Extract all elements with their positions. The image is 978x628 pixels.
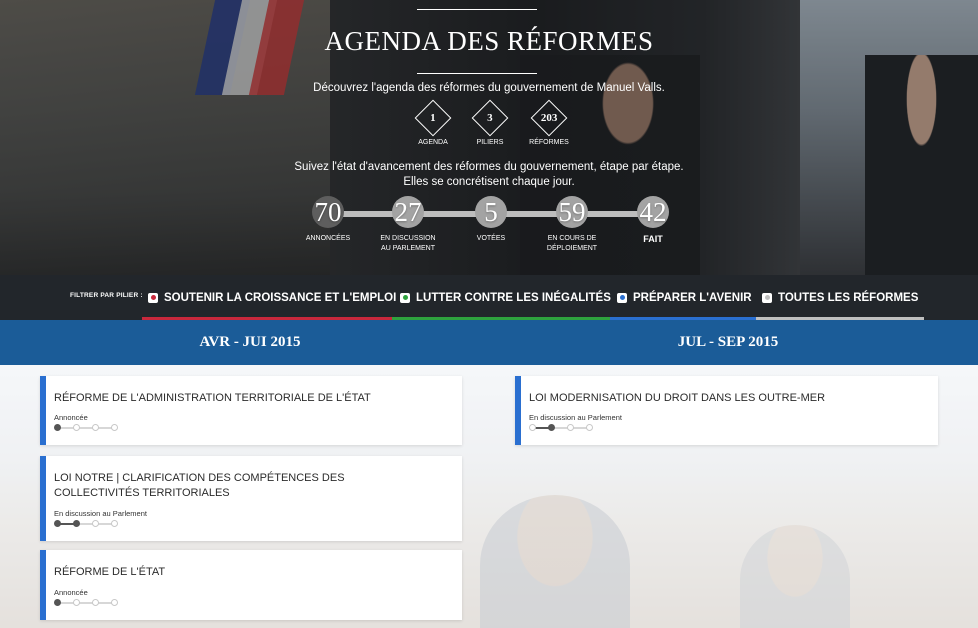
- stat-label: RÉFORMES: [529, 139, 569, 146]
- stat-agenda: 1 AGENDA: [408, 99, 458, 146]
- stage-count: 59: [556, 196, 588, 228]
- filter-label: FILTRER PAR PILIER :: [70, 292, 143, 299]
- filter-inegalites[interactable]: LUTTER CONTRE LES INÉGALITÉS: [392, 275, 619, 320]
- stage-en-discussion[interactable]: 27 EN DISCUSSION AU PARLEMENT: [368, 196, 448, 254]
- hero-banner: AGENDA DES RÉFORMES Découvrez l'agenda d…: [0, 0, 978, 275]
- page-title: AGENDA DES RÉFORMES: [324, 26, 654, 56]
- reform-timeline: RÉFORME DE L'ADMINISTRATION TERRITORIALE…: [0, 365, 978, 628]
- stage-count: 42: [637, 196, 669, 228]
- reform-card[interactable]: RÉFORME DE L'ÉTAT Annoncée: [40, 550, 462, 620]
- reform-progress: [54, 520, 120, 528]
- intro-text: Découvrez l'agenda des réformes du gouve…: [313, 82, 665, 94]
- reform-title: RÉFORME DE L'ADMINISTRATION TERRITORIALE…: [54, 392, 371, 404]
- bullet-icon: [148, 292, 158, 303]
- period-label-1: AVR - JUI 2015: [199, 334, 301, 350]
- stat-reformes: 203 RÉFORMES: [524, 99, 574, 146]
- bullet-icon: [617, 292, 627, 303]
- filter-avenir[interactable]: PRÉPARER L'AVENIR: [610, 275, 760, 320]
- stat-piliers: 3 PILIERS: [465, 99, 515, 146]
- filter-bar: FILTRER PAR PILIER : SOUTENIR LA CROISSA…: [0, 275, 978, 320]
- bullet-icon: [762, 292, 772, 303]
- title-rule-top: [417, 9, 537, 10]
- reform-status: Annoncée: [54, 588, 88, 597]
- filter-label-croissance: SOUTENIR LA CROISSANCE ET L'EMPLOI: [164, 291, 397, 304]
- stat-label: AGENDA: [418, 139, 448, 146]
- reform-card[interactable]: RÉFORME DE L'ADMINISTRATION TERRITORIALE…: [40, 376, 462, 445]
- reform-card[interactable]: LOI MODERNISATION DU DROIT DANS LES OUTR…: [515, 376, 938, 445]
- reform-progress: [54, 599, 120, 607]
- stage-count: 5: [475, 196, 507, 228]
- stage-label: VOTÉES: [476, 235, 506, 242]
- stat-label: PILIERS: [476, 139, 504, 146]
- follow-text: Suivez l'état d'avancement des réformes …: [294, 161, 684, 188]
- stage-label: ANNONCÉES: [305, 235, 351, 242]
- stage-votees[interactable]: 5 VOTÉES: [451, 196, 531, 244]
- stage-annoncees[interactable]: 70 ANNONCÉES: [288, 196, 368, 244]
- stage-fait[interactable]: 42 FAIT: [613, 196, 693, 244]
- reform-card[interactable]: LOI NOTRE | CLARIFICATION DES COMPÉTENCE…: [40, 456, 462, 541]
- stage-count: 70: [312, 196, 344, 228]
- period-label-2: JUL - SEP 2015: [677, 334, 779, 350]
- filter-toutes[interactable]: TOUTES LES RÉFORMES: [756, 275, 925, 320]
- stage-count: 27: [392, 196, 424, 228]
- reform-status: En discussion au Parlement: [529, 413, 622, 422]
- reform-title: LOI MODERNISATION DU DROIT DANS LES OUTR…: [529, 392, 826, 404]
- filter-label-inegalites: LUTTER CONTRE LES INÉGALITÉS: [416, 291, 611, 304]
- reform-progress: [54, 424, 120, 432]
- diamond-icon: 1: [414, 99, 452, 137]
- reform-title: RÉFORME DE L'ÉTAT: [54, 566, 166, 578]
- title-rule-bottom: [417, 73, 537, 74]
- reform-status: Annoncée: [54, 413, 88, 422]
- bullet-icon: [400, 292, 410, 303]
- reform-title: LOI NOTRE | CLARIFICATION DES COMPÉTENCE…: [54, 472, 345, 499]
- filter-croissance[interactable]: SOUTENIR LA CROISSANCE ET L'EMPLOI: [142, 275, 403, 320]
- diamond-icon: 203: [530, 99, 568, 137]
- stage-label: EN DISCUSSION AU PARLEMENT: [380, 235, 436, 252]
- stage-label: FAIT: [643, 234, 663, 244]
- reform-progress: [529, 424, 595, 432]
- stage-label: EN COURS DE DÉPLOIEMENT: [546, 235, 598, 252]
- diamond-icon: 3: [471, 99, 509, 137]
- filter-label-toutes: TOUTES LES RÉFORMES: [778, 291, 919, 304]
- period-header: AVR - JUI 2015 JUL - SEP 2015: [0, 320, 978, 365]
- stage-en-cours[interactable]: 59 EN COURS DE DÉPLOIEMENT: [532, 196, 612, 254]
- filter-label-avenir: PRÉPARER L'AVENIR: [633, 291, 752, 304]
- reform-status: En discussion au Parlement: [54, 509, 147, 518]
